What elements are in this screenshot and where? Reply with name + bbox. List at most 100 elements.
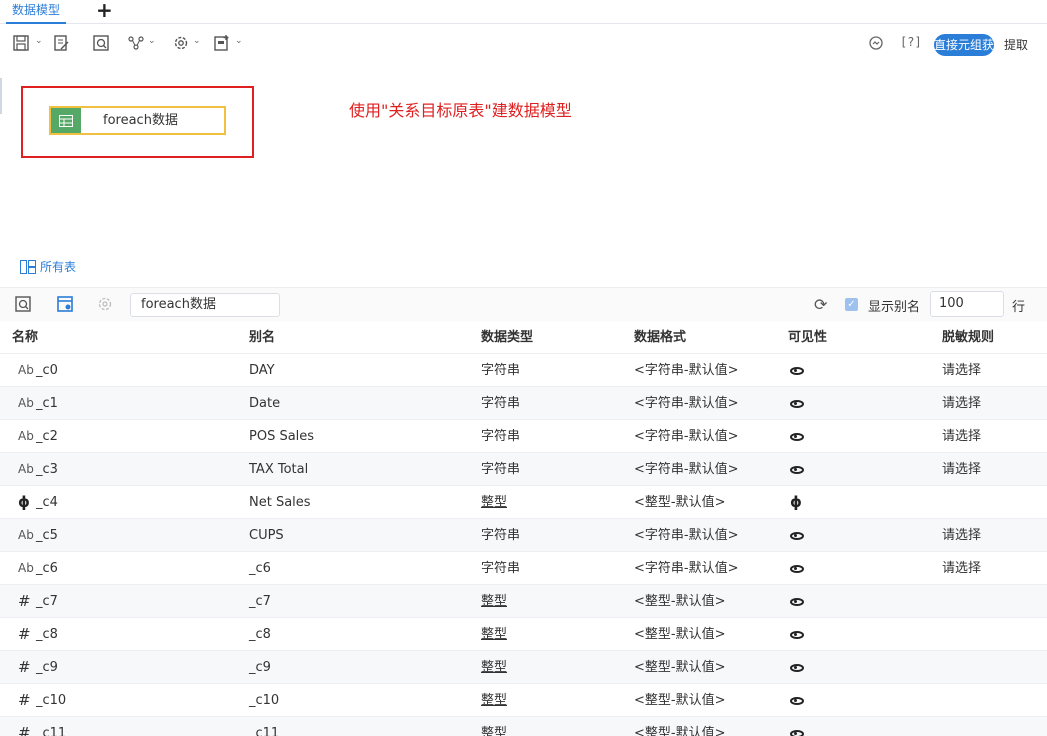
table-node[interactable]: foreach数据	[49, 106, 226, 135]
field-data-type[interactable]: 字符串	[481, 453, 520, 486]
save-icon[interactable]	[12, 34, 30, 52]
field-masking[interactable]: 请选择	[942, 387, 981, 420]
eye-icon[interactable]	[790, 399, 804, 408]
preview-icon[interactable]	[14, 295, 32, 313]
field-data-format[interactable]: <字符串-默认值>	[634, 354, 738, 387]
field-data-format[interactable]: <整型-默认值>	[634, 651, 725, 684]
gear-icon[interactable]	[172, 34, 190, 52]
field-data-format[interactable]: <整型-默认值>	[634, 717, 725, 736]
table-row[interactable]: Ab _c1 Date 字符串 <字符串-默认值> 请选择	[0, 387, 1047, 420]
refresh-icon[interactable]: ⟳	[814, 295, 827, 314]
field-data-type[interactable]: 字符串	[481, 354, 520, 387]
field-alias[interactable]: Date	[249, 387, 280, 420]
field-data-type[interactable]: 字符串	[481, 552, 520, 585]
field-name: _c7	[36, 594, 58, 609]
field-data-format[interactable]: <字符串-默认值>	[634, 519, 738, 552]
header-data-type: 数据类型	[481, 330, 534, 345]
field-data-type-value: 整型	[481, 594, 508, 609]
field-data-type[interactable]: 整型	[481, 651, 507, 684]
add-tab-button[interactable]: +	[96, 0, 113, 22]
export-icon[interactable]	[213, 34, 231, 52]
field-data-type-value: 字符串	[481, 561, 521, 576]
field-alias[interactable]: _c10	[249, 684, 279, 717]
toolbar: ⌄ ⌄ ⌄ ⌄ [?] 直接元组获取 提取	[0, 30, 1047, 58]
eye-icon[interactable]	[790, 630, 804, 639]
relation-icon[interactable]	[127, 34, 145, 52]
field-data-type-value: 字符串	[481, 396, 521, 411]
field-data-format[interactable]: <字符串-默认值>	[634, 387, 738, 420]
eye-icon[interactable]	[790, 564, 804, 573]
dimension-icon[interactable]: ɸ	[790, 493, 802, 511]
eye-icon[interactable]	[790, 729, 804, 736]
show-alias-checkbox[interactable]: ✓	[845, 298, 858, 311]
tab-data-model[interactable]: 数据模型	[6, 0, 67, 24]
field-alias[interactable]: CUPS	[249, 519, 284, 552]
table-row[interactable]: # _c8 _c8 整型 <整型-默认值>	[0, 618, 1047, 651]
field-data-type[interactable]: 整型	[481, 486, 507, 519]
field-data-type[interactable]: 整型	[481, 684, 507, 717]
chevron-down-icon[interactable]: ⌄	[148, 36, 156, 46]
field-alias[interactable]: _c9	[249, 651, 271, 684]
field-data-type[interactable]: 字符串	[481, 519, 520, 552]
field-data-type[interactable]: 整型	[481, 585, 507, 618]
eye-icon[interactable]	[790, 663, 804, 672]
field-data-format[interactable]: <字符串-默认值>	[634, 453, 738, 486]
all-tables-link[interactable]: 所有表	[20, 258, 76, 275]
field-alias[interactable]: _c8	[249, 618, 271, 651]
eye-icon[interactable]	[790, 465, 804, 474]
field-alias[interactable]: DAY	[249, 354, 275, 387]
field-alias[interactable]: _c7	[249, 585, 271, 618]
field-visibility: ɸ	[788, 486, 802, 520]
field-data-type[interactable]: 整型	[481, 618, 507, 651]
chevron-down-icon[interactable]: ⌄	[193, 36, 201, 46]
table-row[interactable]: # _c11 _c11 整型 <整型-默认值>	[0, 717, 1047, 736]
table-row[interactable]: Ab _c5 CUPS 字符串 <字符串-默认值> 请选择	[0, 519, 1047, 552]
table-row[interactable]: ɸ _c4 Net Sales 整型 <整型-默认值> ɸ	[0, 486, 1047, 519]
field-masking[interactable]: 请选择	[942, 519, 981, 552]
field-alias[interactable]: POS Sales	[249, 420, 314, 453]
table-row[interactable]: # _c9 _c9 整型 <整型-默认值>	[0, 651, 1047, 684]
eye-icon[interactable]	[790, 432, 804, 441]
field-masking[interactable]: 请选择	[942, 420, 981, 453]
field-data-format[interactable]: <整型-默认值>	[634, 618, 725, 651]
table-row[interactable]: Ab _c2 POS Sales 字符串 <字符串-默认值> 请选择	[0, 420, 1047, 453]
direct-fetch-button[interactable]: 直接元组获取	[934, 34, 994, 56]
help-button[interactable]: [?]	[900, 35, 922, 49]
eye-icon[interactable]	[790, 531, 804, 540]
edit-document-icon[interactable]	[52, 34, 70, 52]
eye-icon[interactable]	[790, 696, 804, 705]
rows-count-input[interactable]: 100	[930, 291, 1004, 317]
table-row[interactable]: # _c10 _c10 整型 <整型-默认值>	[0, 684, 1047, 717]
field-masking[interactable]: 请选择	[942, 552, 981, 585]
left-panel-handle[interactable]	[0, 78, 2, 114]
chevron-down-icon[interactable]: ⌄	[35, 36, 43, 46]
field-alias[interactable]: _c6	[249, 552, 271, 585]
table-row[interactable]: Ab _c0 DAY 字符串 <字符串-默认值> 请选择	[0, 354, 1047, 387]
extract-button[interactable]: 提取	[1004, 34, 1028, 56]
table-row[interactable]: Ab _c6 _c6 字符串 <字符串-默认值> 请选择	[0, 552, 1047, 585]
chevron-down-icon[interactable]: ⌄	[235, 36, 243, 46]
field-data-format[interactable]: <整型-默认值>	[634, 486, 725, 519]
field-alias[interactable]: TAX Total	[249, 453, 308, 486]
field-data-format[interactable]: <整型-默认值>	[634, 585, 725, 618]
field-visibility	[788, 618, 804, 651]
field-data-type[interactable]: 字符串	[481, 420, 520, 453]
field-data-format[interactable]: <整型-默认值>	[634, 684, 725, 717]
eye-icon[interactable]	[790, 597, 804, 606]
table-row[interactable]: # _c7 _c7 整型 <整型-默认值>	[0, 585, 1047, 618]
field-alias[interactable]: Net Sales	[249, 486, 311, 519]
field-alias[interactable]: _c11	[249, 717, 279, 736]
table-row[interactable]: Ab _c3 TAX Total 字符串 <字符串-默认值> 请选择	[0, 453, 1047, 486]
preview-icon[interactable]	[92, 34, 110, 52]
field-name: _c1	[36, 396, 58, 411]
field-data-format[interactable]: <字符串-默认值>	[634, 420, 738, 453]
table-search-input[interactable]: foreach数据	[130, 293, 280, 317]
table-settings-icon[interactable]	[56, 295, 74, 313]
field-data-type[interactable]: 字符串	[481, 387, 520, 420]
eye-icon[interactable]	[790, 366, 804, 375]
field-masking[interactable]: 请选择	[942, 453, 981, 486]
field-masking[interactable]: 请选择	[942, 354, 981, 387]
field-data-type[interactable]: 整型	[481, 717, 507, 736]
field-data-format[interactable]: <字符串-默认值>	[634, 552, 738, 585]
zoom-icon[interactable]	[868, 35, 884, 51]
